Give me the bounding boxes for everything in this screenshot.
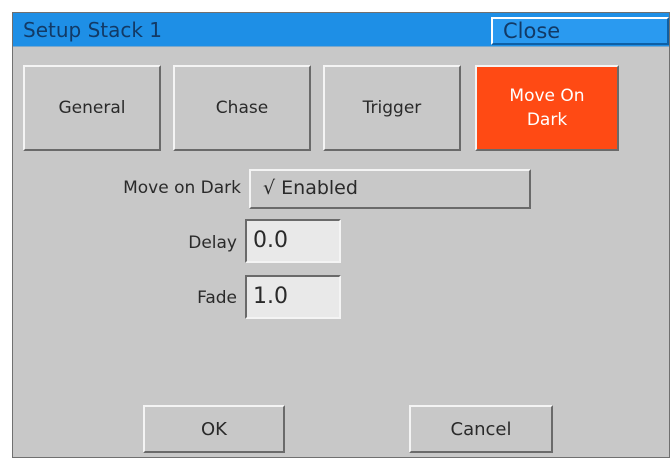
title-bar: Setup Stack 1 Close	[13, 13, 669, 47]
cancel-button[interactable]: Cancel	[409, 405, 553, 453]
tab-chase[interactable]: Chase	[173, 65, 311, 151]
move-on-dark-label: Move on Dark	[123, 178, 241, 198]
window-title: Setup Stack 1	[23, 18, 163, 42]
ok-button[interactable]: OK	[143, 405, 285, 453]
move-on-dark-toggle[interactable]: √ Enabled	[249, 169, 531, 209]
tab-move-on-dark[interactable]: Move On Dark	[475, 65, 619, 151]
fade-field[interactable]: 1.0	[245, 275, 341, 319]
setup-stack-window: Setup Stack 1 Close General Chase Trigge…	[12, 12, 670, 458]
delay-label: Delay	[188, 233, 237, 253]
delay-field[interactable]: 0.0	[245, 219, 341, 263]
tab-general[interactable]: General	[23, 65, 161, 151]
tab-trigger[interactable]: Trigger	[323, 65, 461, 151]
close-button[interactable]: Close	[491, 17, 669, 45]
fade-label: Fade	[197, 288, 237, 308]
